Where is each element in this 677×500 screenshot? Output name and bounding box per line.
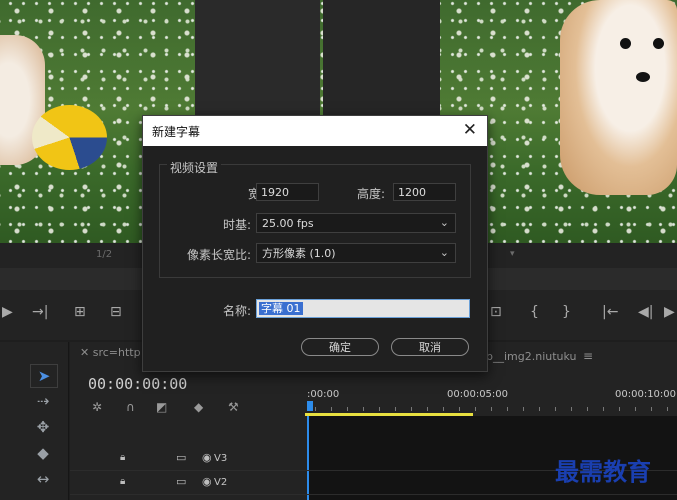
lift-icon[interactable]: ⊞ — [74, 304, 86, 320]
sync-lock-icon[interactable]: ▭ — [176, 475, 186, 488]
selection-tool-icon[interactable]: ➤ — [30, 364, 58, 388]
timeline-tab[interactable]: ✕ src=http — [80, 346, 141, 359]
tools-panel: ➤ ⇢ ✥ ◆ ↔ — [0, 342, 69, 500]
snap-icon[interactable]: ∩ — [126, 400, 135, 414]
insert-icon[interactable]: ⊡ — [490, 304, 502, 320]
chevron-down-icon: ⌄ — [439, 216, 449, 229]
video-settings-legend: 视频设置 — [167, 159, 222, 176]
lock-icon[interactable]: 🔒︎ — [120, 476, 125, 487]
height-field[interactable]: 1200 — [393, 183, 456, 201]
watermark-logo: 最需教育 — [555, 457, 651, 486]
add-marker-icon[interactable]: ◆ — [194, 400, 203, 414]
timeline-timecode[interactable]: 00:00:00:00 — [88, 375, 187, 393]
puppy-right-image — [560, 0, 677, 195]
mark-in-icon[interactable]: →| — [32, 304, 48, 320]
mark-in-brace-icon[interactable]: { — [530, 304, 539, 320]
ruler-ticks — [315, 407, 675, 411]
ripple-edit-icon[interactable]: ✥ — [30, 416, 56, 438]
puppy-eye — [653, 38, 664, 49]
chevron-down-icon: ⌄ — [439, 246, 449, 259]
cancel-button[interactable]: 取消 — [391, 338, 469, 356]
close-icon[interactable]: ✕ — [463, 120, 477, 140]
playhead[interactable] — [307, 401, 313, 411]
pixel-aspect-select[interactable]: 方形像素 (1.0) ⌄ — [256, 243, 456, 263]
dialog-title-bar[interactable]: 新建字幕 ✕ — [143, 116, 487, 146]
dropdown-icon[interactable]: ▾ — [510, 249, 515, 259]
play-icon[interactable]: ▶ — [664, 304, 675, 320]
ok-button[interactable]: 确定 — [301, 338, 379, 356]
eye-icon[interactable]: ◉ — [202, 451, 212, 464]
page-indicator: 1/2 — [96, 249, 113, 260]
ruler-label: 00:00:05:00 — [447, 389, 509, 400]
nest-icon[interactable]: ✲ — [92, 400, 102, 414]
puppy-eye — [620, 38, 631, 49]
lock-icon[interactable]: 🔒︎ — [120, 452, 125, 463]
linked-selection-icon[interactable]: ◩ — [156, 400, 167, 414]
height-label: 高度: — [356, 187, 385, 201]
letterbox-strip-right — [323, 0, 440, 115]
timeline-toolbar: ✲ ∩ ◩ ◆ ⚒ — [90, 400, 270, 416]
width-field[interactable]: 1920 — [256, 183, 319, 201]
puppy-nose — [636, 72, 650, 82]
name-label: 名称: — [222, 304, 251, 318]
name-value: 字幕 01 — [259, 302, 303, 315]
panel-menu-icon[interactable]: ≡ — [583, 349, 593, 363]
extract-icon[interactable]: ⊟ — [110, 304, 122, 320]
letterbox-strip-left — [195, 0, 320, 115]
go-to-in-icon[interactable]: |← — [602, 304, 618, 320]
track-name: V3 — [214, 453, 228, 464]
track-select-icon[interactable]: ⇢ — [30, 390, 56, 412]
pixel-aspect-label: 像素长宽比: — [186, 248, 251, 262]
track-name: V2 — [214, 477, 228, 488]
timebase-label: 时基: — [222, 218, 251, 232]
ruler-label: 00:00:10:00 — [615, 389, 677, 400]
settings-wrench-icon[interactable]: ⚒ — [228, 400, 239, 414]
step-back-frame-icon[interactable]: ◀| — [638, 304, 653, 320]
mark-out-brace-icon[interactable]: } — [562, 304, 571, 320]
sync-lock-icon[interactable]: ▭ — [176, 451, 186, 464]
eye-icon[interactable]: ◉ — [202, 475, 212, 488]
new-title-dialog: 新建字幕 ✕ 视频设置 宽度: 1920 高度: 1200 时基: 25.00 … — [142, 115, 488, 372]
dialog-title: 新建字幕 — [152, 125, 201, 139]
slip-tool-icon[interactable]: ↔ — [30, 468, 56, 490]
timebase-select[interactable]: 25.00 fps ⌄ — [256, 213, 456, 233]
timeline-tab-right[interactable]: p__img2.niutuku — [486, 350, 577, 363]
tab-close-icon[interactable]: ✕ — [80, 346, 93, 359]
toy-ball-image — [32, 105, 107, 170]
razor-tool-icon[interactable]: ◆ — [30, 442, 56, 464]
ruler-label: :00:00 — [307, 389, 340, 400]
name-field[interactable]: 字幕 01 — [256, 299, 470, 318]
step-back-icon[interactable]: ▶ — [2, 304, 13, 320]
